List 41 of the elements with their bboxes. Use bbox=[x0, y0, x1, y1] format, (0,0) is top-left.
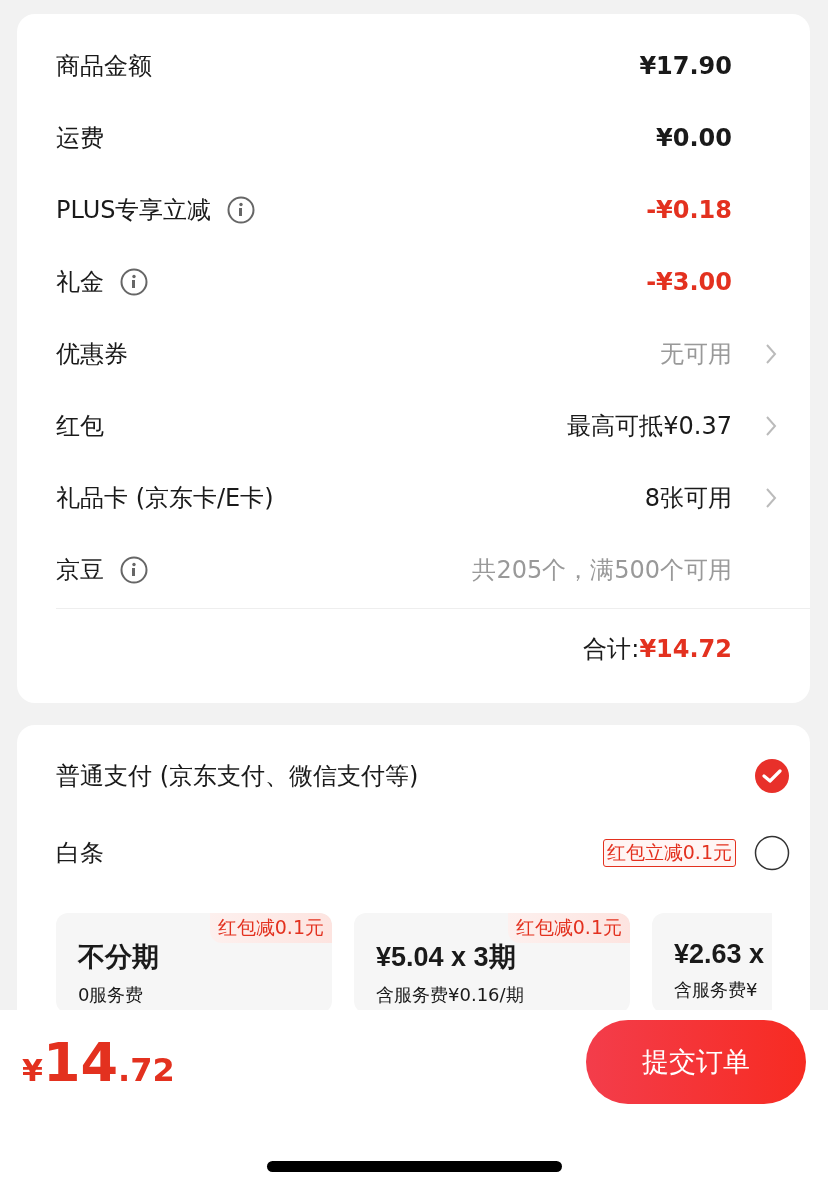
row-label: 运费 bbox=[56, 123, 104, 154]
row-value: ¥17.90 bbox=[639, 52, 732, 80]
price-decimal: .72 bbox=[118, 1050, 175, 1089]
plan-note: 含服务费¥ bbox=[674, 978, 759, 1002]
info-icon[interactable] bbox=[120, 268, 148, 296]
installment-option[interactable]: 红包减0.1元 ¥5.04 x 3期 含服务费¥0.16/期 bbox=[354, 913, 630, 1013]
row-value: -¥0.18 bbox=[646, 196, 732, 224]
submit-order-button[interactable]: 提交订单 bbox=[586, 1020, 806, 1104]
row-label: 红包 bbox=[56, 411, 104, 442]
row-value: 无可用 bbox=[660, 339, 732, 370]
row-label: 京豆 bbox=[56, 555, 104, 586]
radio-button[interactable] bbox=[754, 834, 790, 871]
total-label: 合计: bbox=[583, 634, 640, 665]
row-label: 礼金 bbox=[56, 267, 104, 298]
row-label: 礼品卡 (京东卡/E卡) bbox=[56, 483, 274, 514]
row-value: 共205个，满500个可用 bbox=[472, 555, 732, 586]
plan-note: 0服务费 bbox=[78, 983, 145, 1007]
promo-tag: 红包减0.1元 bbox=[209, 913, 332, 943]
row-label: 优惠券 bbox=[56, 339, 128, 370]
payment-method-label[interactable]: 普通支付 (京东支付、微信支付等) bbox=[56, 759, 419, 792]
checked-radio[interactable] bbox=[754, 757, 790, 794]
payment-method-label[interactable]: 白条 bbox=[56, 836, 104, 869]
currency-sign: ¥ bbox=[22, 1052, 43, 1088]
row-value: -¥3.00 bbox=[646, 268, 732, 296]
row-label: PLUS专享立减 bbox=[56, 195, 212, 226]
installment-option[interactable]: 红包减0.1元 不分期 0服务费 bbox=[56, 913, 332, 1013]
promo-tag: 红包减0.1元 bbox=[507, 913, 630, 943]
row-value: 8张可用 bbox=[644, 483, 732, 514]
total-value: ¥14.72 bbox=[639, 635, 732, 663]
price-integer: 14 bbox=[42, 1030, 119, 1094]
info-icon[interactable] bbox=[120, 556, 148, 584]
plan-title: ¥2.63 x bbox=[674, 939, 766, 970]
plan-title: 不分期 bbox=[78, 941, 160, 974]
row-label: 商品金额 bbox=[56, 51, 152, 82]
plan-title: ¥5.04 x 3期 bbox=[376, 941, 517, 974]
row-value: ¥0.00 bbox=[656, 124, 732, 152]
info-icon[interactable] bbox=[227, 196, 256, 224]
promo-tag: 红包立减0.1元 bbox=[602, 838, 736, 867]
plan-note: 含服务费¥0.16/期 bbox=[376, 983, 525, 1007]
installment-option[interactable]: ¥2.63 x 含服务费¥ bbox=[652, 913, 772, 1013]
row-value: 最高可抵¥0.37 bbox=[567, 411, 732, 442]
